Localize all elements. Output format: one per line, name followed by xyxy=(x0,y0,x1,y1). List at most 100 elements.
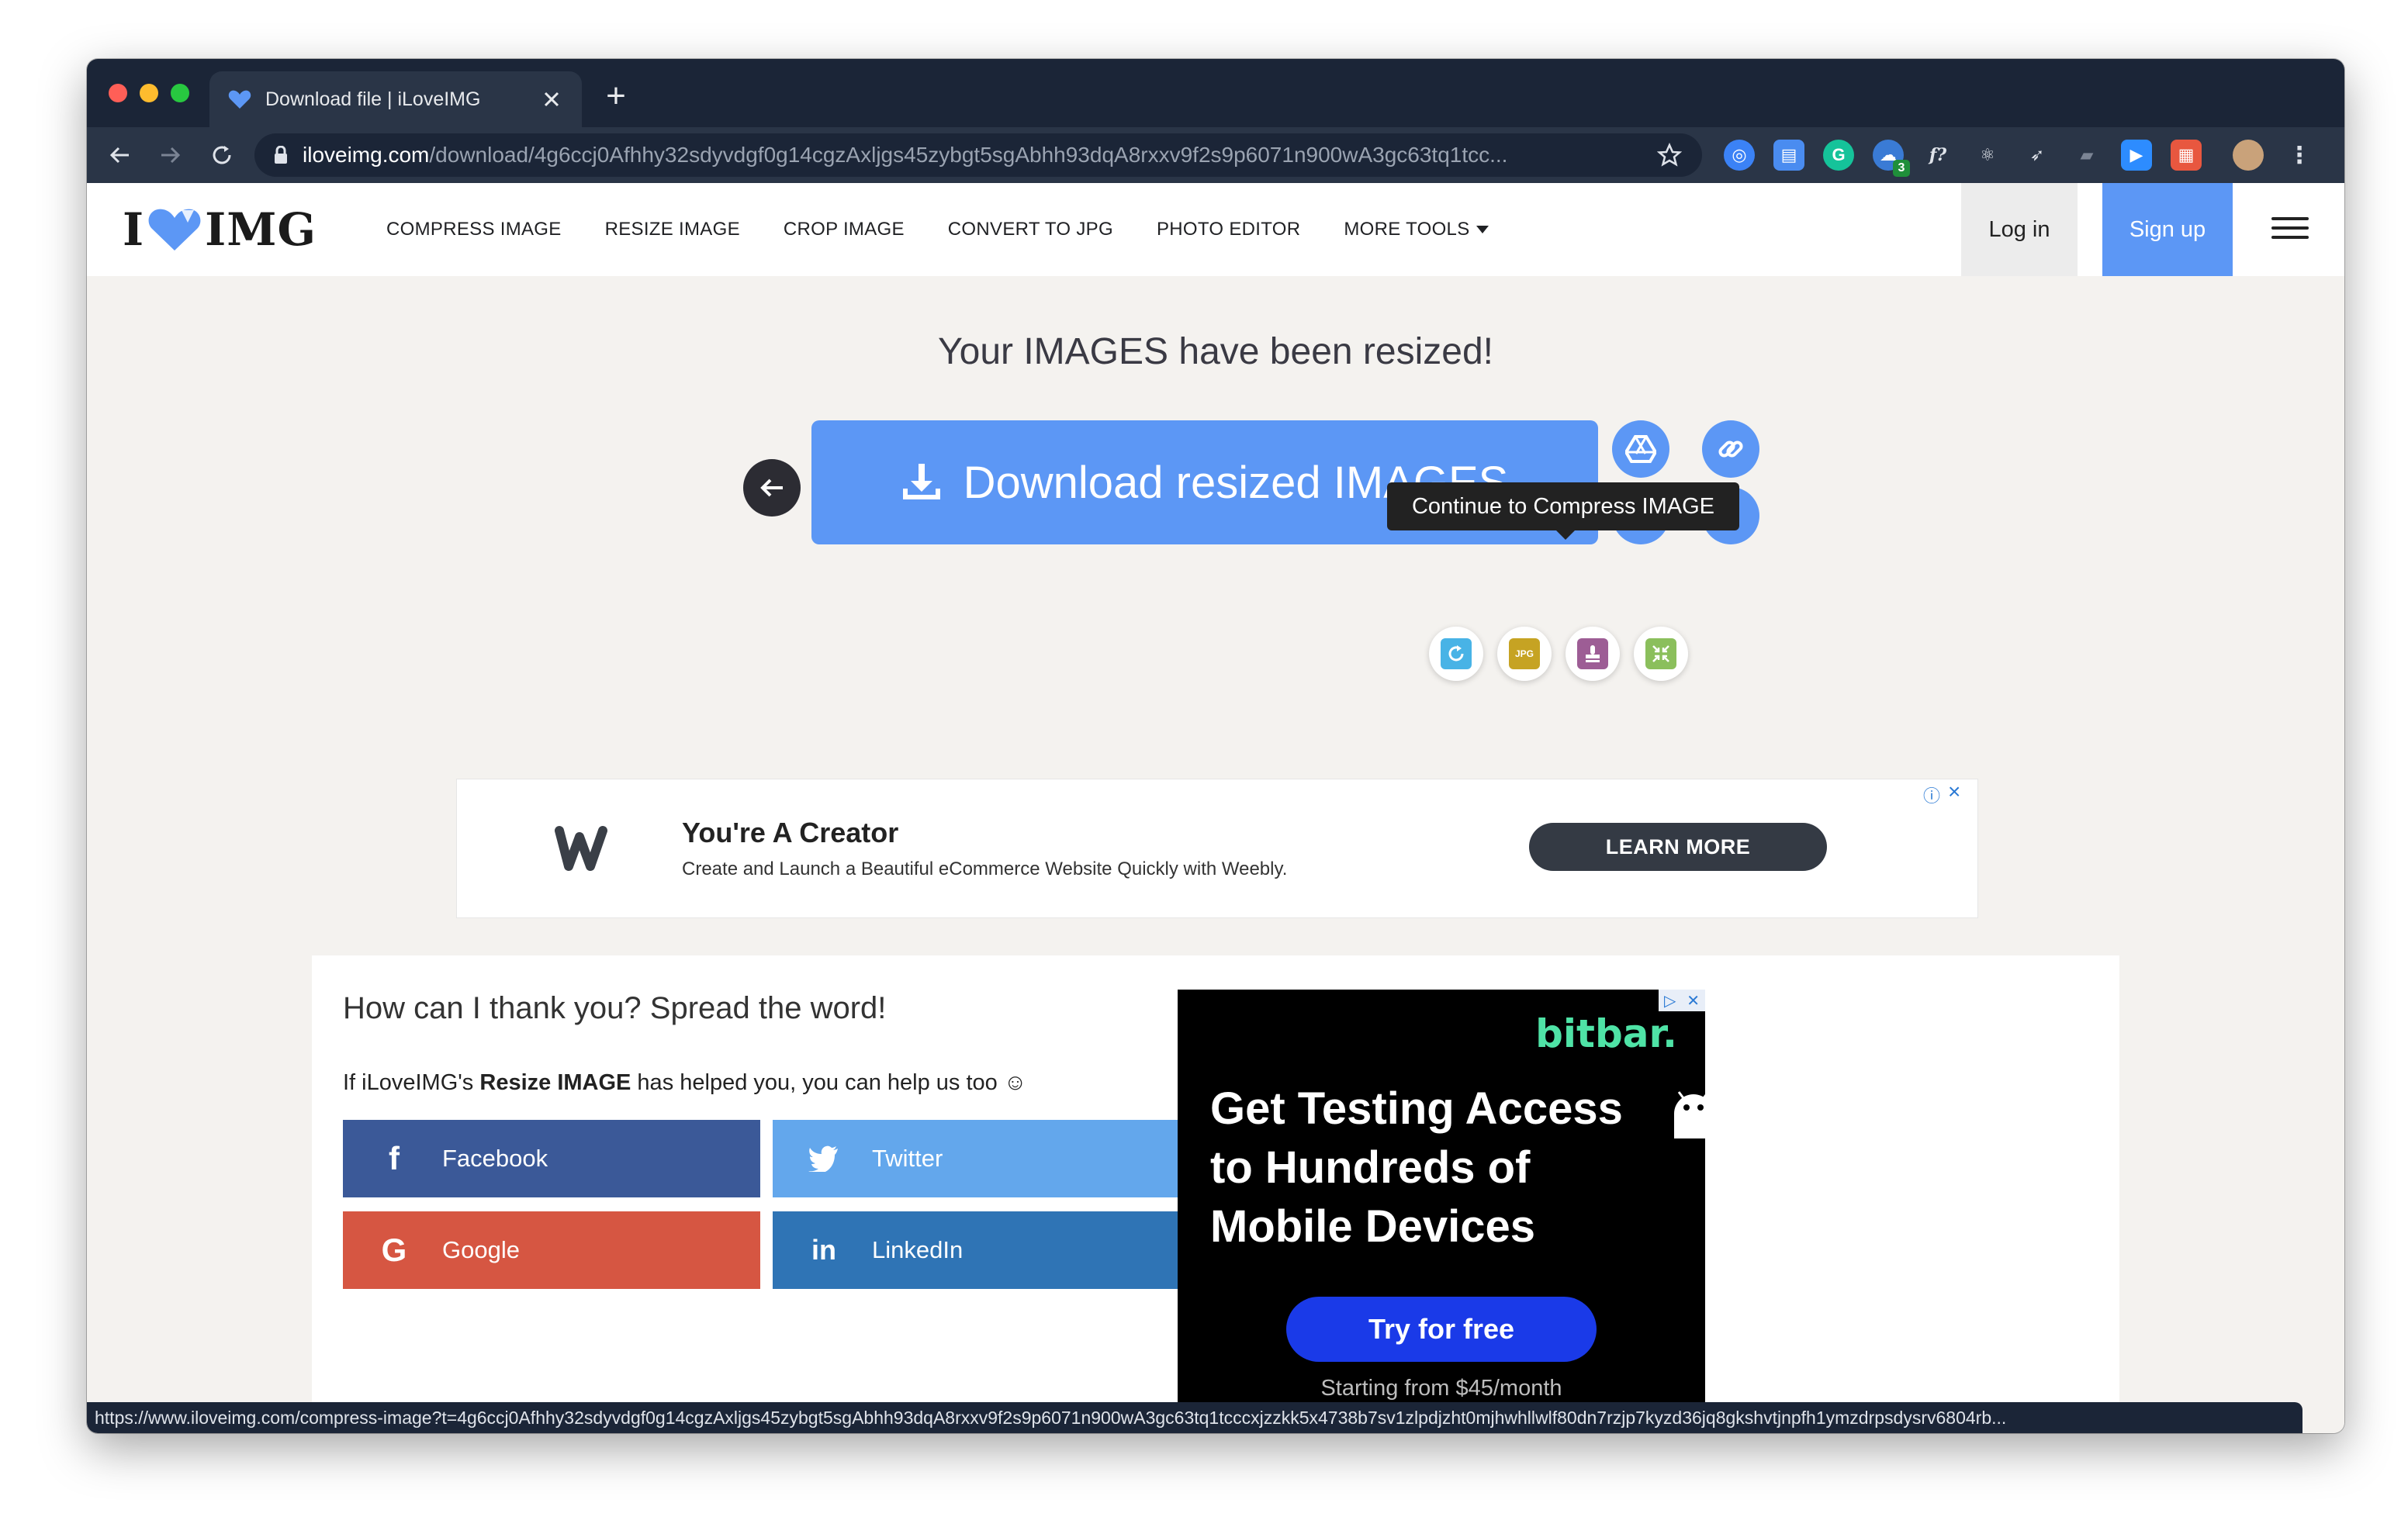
link-icon xyxy=(1718,441,1743,458)
share-text: If iLoveIMG's Resize IMAGE has helped yo… xyxy=(343,1070,1026,1096)
rotate-image-tool[interactable] xyxy=(1429,627,1483,681)
browser-toolbar: iloveimg.com/download/4g6ccj0Afhhy32sdyv… xyxy=(87,127,2344,183)
facebook-label: Facebook xyxy=(442,1145,548,1172)
nav-compress-image[interactable]: COMPRESS IMAGE xyxy=(386,219,562,240)
signup-button[interactable]: Sign up xyxy=(2102,183,2233,276)
iloveimg-logo[interactable]: I IMG xyxy=(123,203,317,256)
convert-to-jpg-tool[interactable]: JPG xyxy=(1497,627,1552,681)
ad-close-icon[interactable]: × xyxy=(1948,779,1967,803)
ad-title: You're A Creator xyxy=(682,817,899,848)
new-tab-button[interactable]: + xyxy=(599,79,633,115)
learn-more-button[interactable]: LEARN MORE xyxy=(1529,823,1827,871)
browser-menu-icon[interactable]: ⋮ xyxy=(2284,140,2315,171)
lock-icon xyxy=(270,144,292,166)
nav-convert-to-jpg[interactable]: CONVERT TO JPG xyxy=(948,219,1113,240)
nav-crop-image[interactable]: CROP IMAGE xyxy=(784,219,905,240)
extension-zoom-icon[interactable]: ▶ xyxy=(2121,140,2152,171)
logo-letter: I xyxy=(123,203,145,256)
minimize-window-button[interactable] xyxy=(140,84,158,102)
watermark-tool[interactable] xyxy=(1566,627,1620,681)
rotate-icon xyxy=(1441,638,1472,669)
page-title: Your IMAGES have been resized! xyxy=(938,331,1493,372)
bitbar-headline: Get Testing Access to Hundreds of Mobile… xyxy=(1210,1083,1623,1252)
android-robot-icon xyxy=(1674,1091,1705,1138)
url-path: /download/4g6ccj0Afhhy32sdyvdgf0g14cgzAx… xyxy=(429,143,1508,167)
extension-grid-icon[interactable]: ▦ xyxy=(2171,140,2202,171)
tooltip: Continue to Compress IMAGE xyxy=(1387,482,1739,540)
extension-docs-icon[interactable]: ▤ xyxy=(1773,140,1804,171)
extension-badge: 3 xyxy=(1893,160,1910,177)
share-title: How can I thank you? Spread the word! xyxy=(343,991,887,1025)
google-share-button[interactable]: G Google xyxy=(343,1211,760,1289)
bitbar-ad[interactable]: ▷ ✕ bitbar. Get Testing Access to Hundred… xyxy=(1178,990,1705,1429)
stamp-icon xyxy=(1577,638,1608,669)
extension-react-icon[interactable]: ⚛ xyxy=(1972,140,2003,171)
download-icon xyxy=(902,464,940,499)
bitbar-brand: bitbar. xyxy=(1535,1011,1677,1056)
google-drive-icon xyxy=(1625,435,1656,463)
facebook-share-button[interactable]: f Facebook xyxy=(343,1120,760,1197)
main-content: Your IMAGES have been resized! Download … xyxy=(87,276,2344,1433)
compress-icon xyxy=(1645,638,1676,669)
ad-choices-icon[interactable]: ▷ ✕ xyxy=(1659,990,1705,1011)
forward-arrow-icon[interactable] xyxy=(152,136,189,174)
try-for-free-button[interactable]: Try for free xyxy=(1286,1297,1597,1362)
bookmark-star-icon[interactable] xyxy=(1654,140,1685,171)
profile-avatar[interactable] xyxy=(2233,140,2264,171)
heart-logo-icon xyxy=(148,209,201,250)
arrow-left-icon xyxy=(760,479,783,497)
nav-more-tools[interactable]: MORE TOOLS xyxy=(1344,219,1489,240)
linkedin-label: LinkedIn xyxy=(872,1236,964,1263)
extension-globe-icon[interactable]: ◎ xyxy=(1724,140,1755,171)
browser-window: Download file | iLoveIMG + iloveimg.com/… xyxy=(87,59,2344,1433)
status-bar-url: https://www.iloveimg.com/compress-image?… xyxy=(87,1402,2302,1433)
url-text: iloveimg.com/download/4g6ccj0Afhhy32sdyv… xyxy=(303,143,1654,168)
ad-info-icon[interactable]: ⓘ xyxy=(1923,783,1942,806)
share-text-prefix: If iLoveIMG's xyxy=(343,1070,480,1095)
share-text-tool: Resize IMAGE xyxy=(479,1070,631,1095)
jpg-icon-label: JPG xyxy=(1514,648,1534,659)
nav-more-tools-label: MORE TOOLS xyxy=(1344,219,1470,240)
hamburger-menu-icon[interactable] xyxy=(2271,211,2309,248)
ad-description: Create and Launch a Beautiful eCommerce … xyxy=(682,859,1288,879)
weebly-ad-banner[interactable]: You're A Creator Create and Launch a Bea… xyxy=(456,779,1978,918)
close-tab-icon[interactable] xyxy=(538,86,565,112)
google-icon: G xyxy=(381,1232,407,1268)
twitter-share-button[interactable]: Twitter xyxy=(773,1120,1190,1197)
twitter-label: Twitter xyxy=(872,1145,943,1172)
weebly-logo-icon xyxy=(555,826,607,871)
nav-photo-editor[interactable]: PHOTO EDITOR xyxy=(1157,219,1300,240)
close-window-button[interactable] xyxy=(109,84,127,102)
address-bar[interactable]: iloveimg.com/download/4g6ccj0Afhhy32sdyv… xyxy=(254,133,1702,177)
nav-resize-image[interactable]: RESIZE IMAGE xyxy=(605,219,740,240)
login-button[interactable]: Log in xyxy=(1961,183,2078,276)
back-arrow-icon[interactable] xyxy=(101,136,138,174)
browser-tab[interactable]: Download file | iLoveIMG xyxy=(209,71,582,127)
maximize-window-button[interactable] xyxy=(171,84,189,102)
back-button[interactable] xyxy=(743,459,801,517)
tab-title: Download file | iLoveIMG xyxy=(265,88,481,110)
linkedin-icon: in xyxy=(811,1234,836,1266)
share-text-suffix: has helped you, you can help us too ☺ xyxy=(631,1070,1027,1095)
url-host: iloveimg.com xyxy=(303,143,430,167)
extension-rocket-icon[interactable]: ➶ xyxy=(2022,140,2053,171)
heart-favicon-icon xyxy=(227,86,253,112)
copy-link-button[interactable] xyxy=(1702,420,1759,478)
main-nav: COMPRESS IMAGE RESIZE IMAGE CROP IMAGE C… xyxy=(386,183,1534,276)
caret-down-icon xyxy=(1476,226,1489,233)
logo-text: IMG xyxy=(205,203,317,256)
extension-cloud-icon[interactable]: ☁ 3 xyxy=(1873,140,1910,177)
compress-image-tool[interactable] xyxy=(1634,627,1688,681)
linkedin-share-button[interactable]: in LinkedIn xyxy=(773,1211,1190,1289)
extension-shape-icon[interactable]: ▰ xyxy=(2071,140,2102,171)
extension-formula-icon[interactable]: f? xyxy=(1922,140,1953,171)
site-header: I IMG COMPRESS IMAGE RESIZE IMAGE CROP I… xyxy=(87,183,2344,276)
bitbar-price: Starting from $45/month xyxy=(1320,1376,1562,1401)
twitter-bird-icon xyxy=(801,1135,847,1182)
google-drive-button[interactable] xyxy=(1612,420,1669,478)
extension-grammarly-icon[interactable]: G xyxy=(1823,140,1854,171)
jpg-icon: JPG xyxy=(1509,638,1540,669)
facebook-icon: f xyxy=(389,1140,400,1176)
reload-icon[interactable] xyxy=(203,136,240,174)
browser-titlebar: Download file | iLoveIMG + xyxy=(87,59,2344,127)
